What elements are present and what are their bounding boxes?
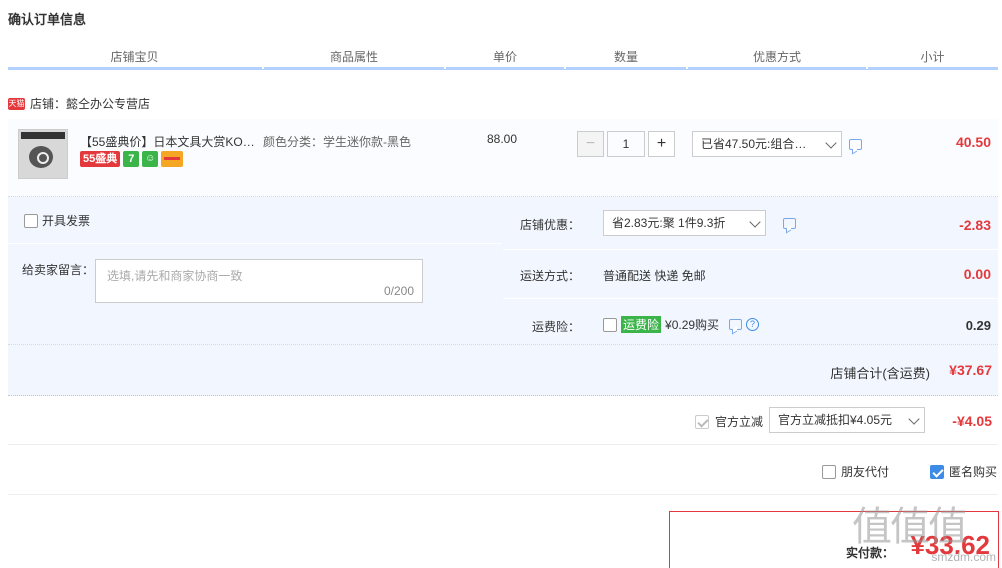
freight-insurance-amount: 0.29 (965, 318, 991, 333)
page-title: 确认订单信息 (8, 12, 87, 27)
col-discount: 优惠方式 (752, 50, 801, 64)
shop-total-amount: ¥37.67 (949, 362, 992, 378)
service-robot-icon[interactable]: ☺ (142, 151, 159, 167)
payment-options-row: 朋友代付 匿名购买 (8, 446, 998, 495)
chevron-down-icon (908, 413, 920, 425)
credit-card-icon[interactable] (161, 151, 184, 167)
col-shop-item: 店铺宝贝 (110, 50, 159, 64)
shop-discount-select[interactable]: 省2.83元:聚 1件9.3折 (603, 210, 766, 236)
final-payment-label: 实付款： (846, 546, 895, 560)
header-divider (564, 66, 566, 69)
shipping-method: 普通配送 快递 免邮 (603, 269, 706, 283)
anonymous-checkbox[interactable] (930, 464, 944, 479)
anonymous-option[interactable]: 匿名购买 (930, 463, 997, 480)
header-divider (262, 66, 264, 69)
shop-discount-value: 省2.83元:聚 1件9.3折 (612, 216, 726, 230)
col-quantity: 数量 (613, 50, 638, 64)
friend-pay-checkbox[interactable] (822, 464, 836, 479)
official-discount-label: 官方立减 (715, 415, 764, 429)
shop-total-label: 店铺合计(含运费) (830, 366, 930, 381)
official-discount-row: 官方立减 官方立减抵扣¥4.05元 -¥4.05 (8, 397, 998, 445)
unit-price: 88.00 (487, 132, 518, 146)
shop-name-link[interactable]: 店铺：懿仝办公专营店 (30, 95, 150, 112)
shop-discount-amount: -2.83 (959, 217, 991, 233)
freight-insurance-option[interactable]: 运费险 ¥0.29购买 ? (603, 316, 760, 333)
shop-total-row: 店铺合计(含运费) ¥37.67 (8, 345, 998, 396)
shop-row: 天猫 店铺：懿仝办公专营店 (8, 95, 150, 112)
col-price: 单价 (492, 50, 517, 64)
message-char-counter: 0/200 (383, 284, 414, 298)
divider (503, 249, 998, 250)
official-discount-value: 官方立减抵扣¥4.05元 (778, 413, 893, 427)
shop-discount-label: 店铺优惠： (519, 218, 580, 232)
product-badges: 55盛典 7 ☺ (80, 151, 184, 167)
invoice-option[interactable]: 开具发票 (24, 212, 90, 229)
friend-pay-option[interactable]: 朋友代付 (822, 463, 889, 480)
col-subtotal: 小计 (920, 50, 945, 64)
official-discount-amount: -¥4.05 (952, 413, 992, 429)
freight-insurance-label: 运费险： (531, 320, 580, 334)
final-payment-box: 实付款： ¥33.62 (669, 511, 999, 568)
order-options: 开具发票 给卖家留言： 选填,请先和商家协商一致 0/200 店铺优惠： 省2.… (8, 197, 998, 345)
shipping-label: 运送方式： (519, 269, 580, 283)
product-thumbnail[interactable] (18, 129, 68, 179)
divider (503, 298, 998, 299)
quantity-stepper: − 1 + (577, 131, 675, 157)
final-payment-amount: ¥33.62 (910, 530, 990, 560)
options-right: 店铺优惠： 省2.83元:聚 1件9.3折 -2.83 运送方式： 普通配送 快… (503, 197, 998, 345)
options-left: 开具发票 给卖家留言： 选填,请先和商家协商一致 0/200 (8, 197, 502, 345)
anonymous-label: 匿名购买 (949, 465, 998, 479)
header-divider (866, 66, 868, 69)
column-header: 店铺宝贝 商品属性 单价 数量 优惠方式 小计 (8, 48, 998, 70)
seven-day-return-icon[interactable]: 7 (123, 151, 140, 167)
chevron-down-icon (825, 137, 837, 149)
item-discount-select[interactable]: 已省47.50元:组合优惠 (692, 131, 842, 157)
message-placeholder: 选填,请先和商家协商一致 (107, 269, 243, 283)
item-discount-value: 已省47.50元:组合优惠 (701, 137, 819, 151)
freight-insurance-price: ¥0.29购买 (665, 318, 720, 332)
message-label: 给卖家留言： (22, 263, 95, 277)
official-discount-checkbox[interactable] (695, 414, 709, 429)
invoice-checkbox[interactable] (24, 213, 38, 228)
product-title-link[interactable]: 【55盛典价】日本文具大赏KOKUYO国誉 (80, 133, 262, 150)
order-item-row: 【55盛典价】日本文具大赏KOKUYO国誉 55盛典 7 ☺ 颜色分类：学生迷你… (8, 119, 998, 197)
col-attribute: 商品属性 (329, 50, 378, 64)
product-attribute: 颜色分类：学生迷你款-黑色 (263, 135, 411, 149)
chevron-down-icon (749, 216, 761, 228)
seller-message-textarea[interactable]: 选填,请先和商家协商一致 0/200 (95, 259, 423, 303)
divider (8, 243, 502, 244)
chat-icon[interactable] (729, 319, 743, 330)
freight-insurance-checkbox[interactable] (603, 317, 617, 332)
official-discount-select[interactable]: 官方立减抵扣¥4.05元 (769, 407, 925, 433)
freight-insurance-tag: 运费险 (621, 316, 662, 333)
header-divider (686, 66, 688, 69)
friend-pay-label: 朋友代付 (841, 465, 890, 479)
invoice-label: 开具发票 (42, 214, 91, 228)
tmall-badge-icon: 天猫 (8, 97, 25, 110)
item-subtotal: 40.50 (955, 134, 991, 150)
help-icon[interactable]: ? (746, 318, 760, 331)
official-discount-option[interactable]: 官方立减 (695, 413, 763, 430)
quantity-increase-button[interactable]: + (648, 131, 675, 157)
header-divider (444, 66, 446, 69)
quantity-input[interactable]: 1 (607, 131, 645, 157)
promo-55-badge: 55盛典 (80, 151, 121, 167)
quantity-decrease-button[interactable]: − (577, 131, 604, 157)
chat-icon[interactable] (849, 139, 862, 150)
chat-icon[interactable] (783, 218, 796, 229)
shipping-amount: 0.00 (963, 266, 991, 282)
